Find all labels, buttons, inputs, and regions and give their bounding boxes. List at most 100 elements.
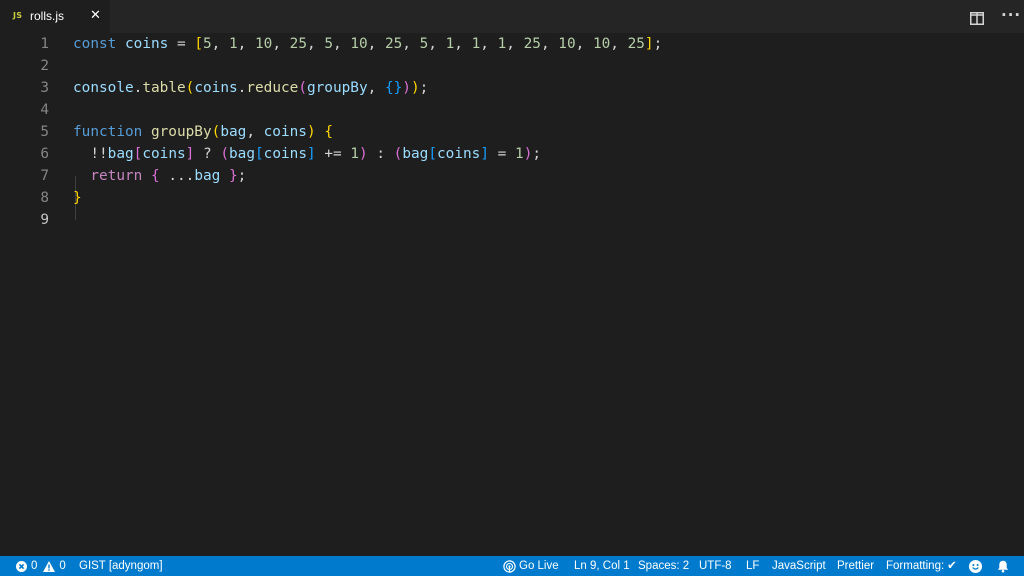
gist-status[interactable]: GIST [adyngom]	[79, 556, 163, 576]
code-token: {	[324, 124, 333, 140]
more-actions-icon[interactable]: ···	[1001, 6, 1021, 24]
code-token: bag	[229, 146, 255, 162]
code-token: {}	[384, 80, 403, 96]
code-editor[interactable]: 1 const coins = [5, 1, 10, 25, 5, 10, 25,…	[0, 33, 1024, 556]
problems-indicator[interactable]: 0 0	[16, 556, 66, 576]
code-line[interactable]: 5 function groupBy(bag, coins) {	[0, 121, 1024, 143]
code-token: ,	[540, 36, 559, 52]
cursor-position[interactable]: Ln 9, Col 1	[574, 556, 630, 576]
line-number: 6	[40, 146, 49, 162]
split-editor-icon[interactable]	[970, 10, 984, 25]
code-token: 1	[229, 36, 238, 52]
encoding-status[interactable]: UTF-8	[699, 556, 732, 576]
indentation-status[interactable]: Spaces: 2	[638, 556, 689, 576]
code-token: ...	[159, 168, 195, 184]
code-token: ,	[506, 36, 524, 52]
code-token: }	[228, 168, 238, 184]
code-line[interactable]: 3 console.table(coins.reduce(groupBy, {})…	[0, 77, 1024, 99]
code-token: ]	[480, 146, 490, 162]
code-line[interactable]: 2	[0, 55, 1024, 77]
code-token: bag	[402, 146, 429, 162]
broadcast-icon	[503, 559, 516, 573]
line-number: 7	[40, 168, 49, 184]
line-number: 8	[40, 190, 49, 206]
code-line[interactable]: 6 !!bag[coins] ? (bag[coins] += 1) : (ba…	[0, 143, 1024, 165]
code-token: bag	[107, 146, 134, 162]
code-token: =	[168, 36, 195, 52]
code-token: coins	[194, 80, 238, 96]
go-live-button[interactable]: Go Live	[503, 556, 559, 576]
eol-status[interactable]: LF	[746, 556, 759, 576]
code-token: table	[142, 80, 186, 96]
code-token: ?	[194, 146, 221, 162]
code-token: return	[90, 168, 143, 184]
warning-count: 0	[59, 560, 66, 572]
code-text: const coins = [5, 1, 10, 25, 5, 10, 25, …	[73, 33, 662, 55]
code-token: ,	[610, 36, 628, 52]
check-icon: ✔	[947, 560, 957, 572]
code-token: ;	[419, 80, 429, 96]
line-number: 3	[40, 80, 49, 96]
code-token: 10	[350, 36, 368, 52]
code-line[interactable]: 9	[0, 209, 1024, 231]
code-line[interactable]: 4	[0, 99, 1024, 121]
code-token: ,	[237, 36, 255, 52]
code-token: }	[73, 190, 82, 206]
code-token: 10	[558, 36, 576, 52]
code-token: ;	[237, 168, 247, 184]
error-icon	[16, 560, 27, 572]
prettier-status[interactable]: Prettier	[837, 556, 874, 576]
code-token: 5	[203, 36, 212, 52]
code-text: return { ...bag };	[73, 165, 246, 187]
code-line[interactable]: 8}	[0, 187, 1024, 209]
code-token: groupBy	[306, 80, 368, 96]
code-line[interactable]: 1 const coins = [5, 1, 10, 25, 5, 10, 25,…	[0, 33, 1024, 55]
code-token: ;	[532, 146, 542, 162]
code-token: ,	[428, 36, 446, 52]
code-token: ,	[306, 36, 325, 52]
formatting-status[interactable]: Formatting: ✔	[886, 556, 957, 576]
code-token: ,	[211, 36, 229, 52]
code-token: 5	[419, 36, 429, 52]
formatting-label: Formatting:	[886, 560, 945, 572]
error-count: 0	[31, 560, 38, 572]
status-bar: 0 0 GIST [adyngom] Go Live Ln 9, Col 1 S…	[0, 556, 1024, 576]
code-token: 25	[384, 36, 403, 52]
code-token: ]	[644, 36, 654, 52]
tab-rolls-js[interactable]: JS rolls.js ✕	[0, 0, 110, 33]
code-line[interactable]: 7 return { ...bag };	[0, 165, 1024, 187]
code-token: reduce	[246, 80, 299, 96]
feedback-smiley-icon[interactable]	[969, 556, 982, 576]
line-number: 5	[40, 124, 49, 140]
code-token: {	[150, 168, 160, 184]
close-icon[interactable]: ✕	[90, 8, 101, 23]
line-number: 9	[40, 212, 49, 228]
code-token: ,	[332, 36, 351, 52]
code-token: bag	[194, 168, 221, 184]
code-token: ,	[367, 36, 385, 52]
code-token: 25	[289, 36, 307, 52]
code-token: 1	[471, 36, 481, 52]
code-token: ,	[272, 36, 290, 52]
tab-bar: JS rolls.js ✕ ···	[0, 0, 1024, 33]
code-token: coins	[142, 146, 186, 162]
code-token: [	[255, 146, 264, 162]
code-token: (	[220, 146, 229, 162]
code-token: )	[410, 80, 420, 96]
code-token: bag	[220, 124, 247, 140]
code-token: ;	[653, 36, 663, 52]
language-mode[interactable]: JavaScript	[772, 556, 826, 576]
code-token: const	[73, 36, 117, 52]
code-token: (	[211, 124, 221, 140]
code-token: 10	[592, 36, 611, 52]
code-token: 25	[523, 36, 541, 52]
line-number: 2	[40, 58, 49, 74]
notifications-bell-icon[interactable]	[997, 556, 1009, 576]
code-token: coins	[125, 36, 169, 52]
code-text: }	[73, 187, 82, 209]
code-text: function groupBy(bag, coins) {	[73, 121, 333, 143]
code-token: !!	[73, 146, 108, 162]
